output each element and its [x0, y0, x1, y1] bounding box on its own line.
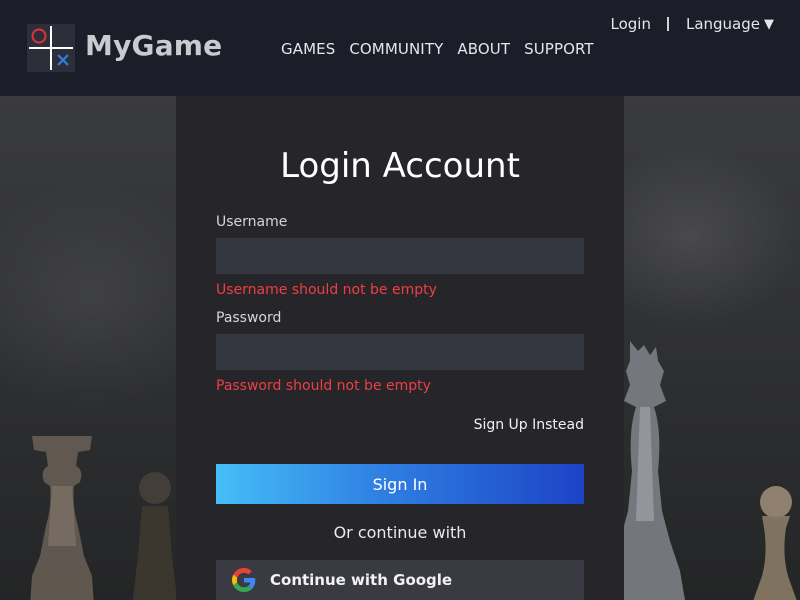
sign-in-button[interactable]: Sign In: [216, 464, 584, 504]
username-label: Username: [216, 214, 288, 230]
google-signin-button[interactable]: Continue with Google: [216, 560, 584, 600]
google-icon: [232, 568, 256, 592]
top-header: MyGame GAMES COMMUNITY ABOUT SUPPORT Log…: [0, 0, 800, 96]
username-input[interactable]: [216, 238, 584, 274]
header-divider: [666, 17, 669, 31]
tic-tac-toe-icon: [29, 26, 73, 70]
header-login-link[interactable]: Login: [611, 15, 651, 33]
password-error: Password should not be empty: [216, 378, 431, 394]
language-label: Language: [685, 15, 760, 33]
password-input[interactable]: [216, 334, 584, 370]
language-selector[interactable]: Language ▼: [686, 15, 774, 33]
nav-support[interactable]: SUPPORT: [524, 40, 594, 58]
divider-text: Or continue with: [333, 523, 467, 542]
nav-about[interactable]: ABOUT: [457, 40, 510, 58]
page-title: Login Account: [280, 146, 520, 186]
top-right-menu: Login Language ▼: [611, 15, 775, 33]
main-nav: GAMES COMMUNITY ABOUT SUPPORT: [281, 40, 594, 58]
google-button-label: Continue with Google: [270, 571, 453, 589]
nav-games[interactable]: GAMES: [281, 40, 335, 58]
chess-piece-left: [30, 436, 94, 600]
caret-down-icon: ▼: [764, 16, 774, 32]
chess-piece-right-pawn: [753, 486, 797, 600]
username-error: Username should not be empty: [216, 282, 437, 298]
brand-name[interactable]: MyGame: [85, 29, 222, 62]
logo[interactable]: [27, 24, 75, 72]
sign-up-link[interactable]: Sign Up Instead: [474, 417, 584, 433]
password-label: Password: [216, 310, 282, 326]
nav-community[interactable]: COMMUNITY: [349, 40, 443, 58]
